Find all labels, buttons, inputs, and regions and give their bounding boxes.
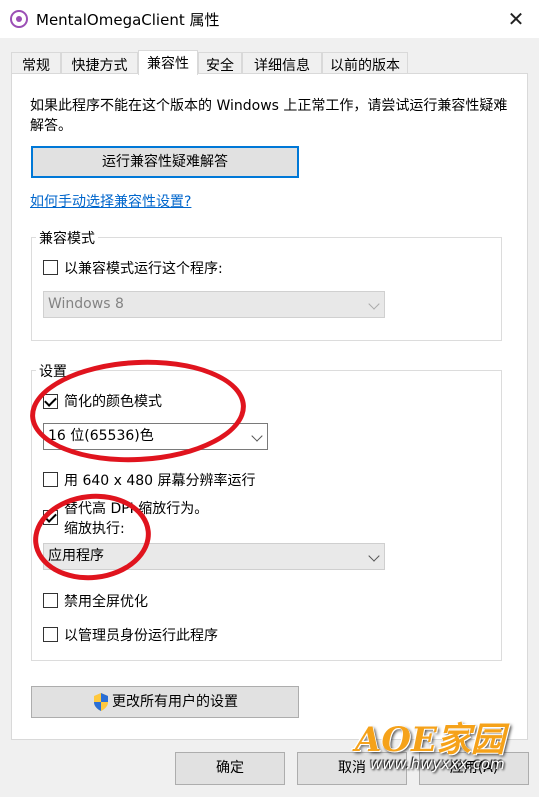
tab-strip: 常规 快捷方式 兼容性 安全 详细信息 以前的版本 bbox=[11, 50, 528, 75]
compat-os-select-value: Windows 8 bbox=[48, 296, 124, 312]
watermark-url: www.hwyxxx.com bbox=[370, 755, 505, 773]
res-640-checkbox[interactable] bbox=[43, 472, 58, 487]
disable-fullscreen-label: 禁用全屏优化 bbox=[64, 594, 148, 610]
tab-details[interactable]: 详细信息 bbox=[242, 52, 322, 75]
tab-shortcut[interactable]: 快捷方式 bbox=[61, 52, 138, 75]
tab-security[interactable]: 安全 bbox=[198, 52, 242, 75]
settings-group-label: 设置 bbox=[36, 361, 70, 381]
tab-compatibility[interactable]: 兼容性 bbox=[138, 50, 198, 75]
title-bar: MentalOmegaClient 属性 ✕ bbox=[0, 0, 539, 38]
compat-mode-group bbox=[31, 237, 502, 341]
compat-mode-checkbox[interactable] bbox=[43, 260, 58, 275]
reduced-color-checkbox[interactable] bbox=[43, 394, 58, 409]
dpi-scaling-select-value: 应用程序 bbox=[48, 548, 104, 564]
chevron-down-icon bbox=[368, 550, 380, 562]
close-icon[interactable]: ✕ bbox=[493, 0, 539, 38]
tab-general[interactable]: 常规 bbox=[11, 52, 61, 75]
dpi-scaling-select[interactable]: 应用程序 bbox=[43, 543, 385, 570]
dpi-scaling-label: 缩放执行: bbox=[64, 521, 125, 537]
run-as-admin-label: 以管理员身份运行此程序 bbox=[64, 628, 218, 644]
change-all-users-button[interactable]: 更改所有用户的设置 bbox=[31, 686, 299, 718]
app-icon bbox=[10, 10, 28, 28]
reduced-color-label: 简化的颜色模式 bbox=[64, 394, 162, 410]
uac-shield-icon bbox=[94, 693, 108, 711]
compat-os-select[interactable]: Windows 8 bbox=[43, 291, 385, 318]
window-title: MentalOmegaClient 属性 bbox=[36, 11, 220, 29]
compat-description: 如果此程序不能在这个版本的 Windows 上正常工作，请尝试运行兼容性疑难解答… bbox=[30, 98, 508, 134]
res-640-label: 用 640 x 480 屏幕分辨率运行 bbox=[64, 473, 256, 489]
tab-previous-versions[interactable]: 以前的版本 bbox=[322, 52, 408, 75]
compat-mode-checkbox-label: 以兼容模式运行这个程序: bbox=[64, 261, 223, 277]
dpi-override-checkbox[interactable] bbox=[43, 510, 58, 525]
change-all-users-label: 更改所有用户的设置 bbox=[112, 694, 238, 710]
disable-fullscreen-checkbox[interactable] bbox=[43, 593, 58, 608]
chevron-down-icon bbox=[251, 430, 263, 442]
chevron-down-icon bbox=[368, 298, 380, 310]
watermark-logo: AOE家园 bbox=[355, 720, 505, 760]
color-depth-select[interactable]: 16 位(65536)色 bbox=[43, 423, 268, 450]
compat-mode-group-label: 兼容模式 bbox=[36, 228, 98, 248]
troubleshoot-button[interactable]: 运行兼容性疑难解答 bbox=[31, 146, 299, 178]
run-as-admin-checkbox[interactable] bbox=[43, 627, 58, 642]
manual-settings-link[interactable]: 如何手动选择兼容性设置? bbox=[30, 191, 191, 211]
color-depth-select-value: 16 位(65536)色 bbox=[48, 428, 154, 444]
ok-button[interactable]: 确定 bbox=[175, 752, 285, 785]
dpi-override-label: 替代高 DPI 缩放行为。 bbox=[64, 501, 209, 517]
